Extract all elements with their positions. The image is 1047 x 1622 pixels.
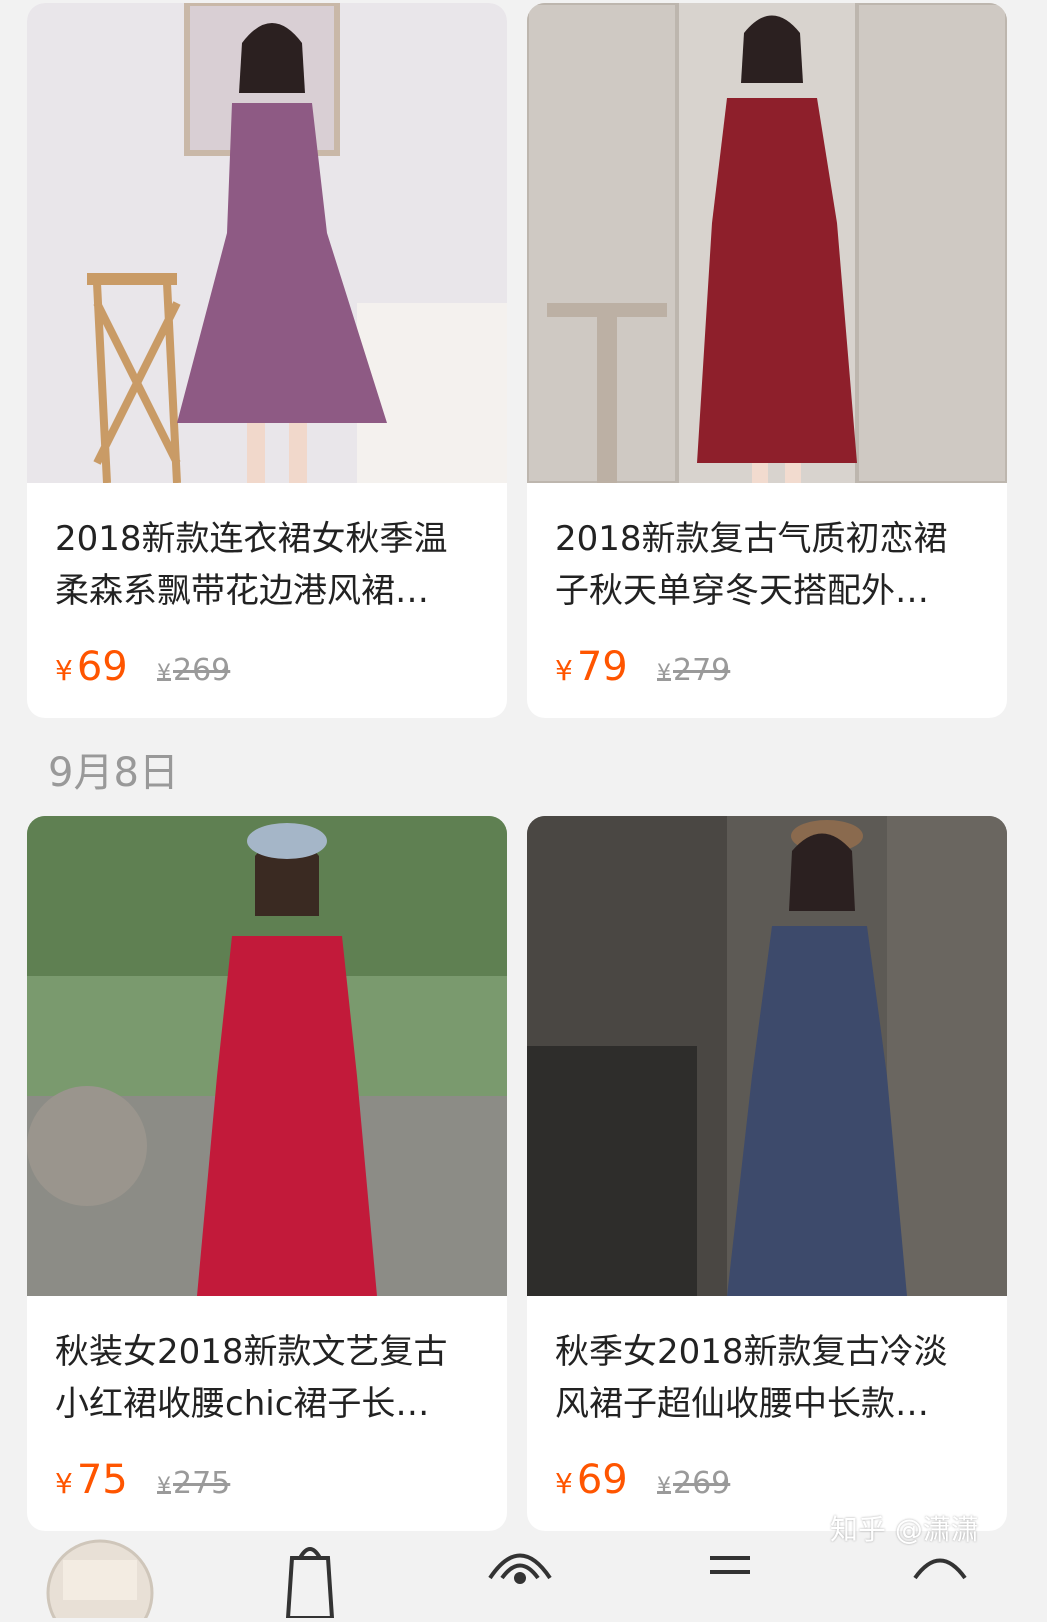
burgundy-dress-photo[interactable] <box>527 3 1007 483</box>
purple-dress-photo[interactable] <box>27 3 507 483</box>
original-price: ¥275 <box>157 1466 231 1501</box>
product-card[interactable]: 秋装女2018新款文艺复古小红裙收腰chic裙子长… ¥75 ¥275 <box>27 816 507 1531</box>
original-price: ¥279 <box>657 653 731 688</box>
date-section-label: 9月8日 <box>48 750 179 796</box>
product-title[interactable]: 2018新款连衣裙女秋季温柔森系飘带花边港风裙… <box>55 513 475 617</box>
product-card[interactable]: 2018新款复古气质初恋裙子秋天单穿冬天搭配外… ¥79 ¥279 <box>527 3 1007 718</box>
plaid-dress-photo[interactable] <box>527 816 1007 1296</box>
bag-icon[interactable] <box>280 1538 340 1622</box>
original-price: ¥269 <box>157 653 231 688</box>
red-dress-photo[interactable] <box>27 816 507 1296</box>
sale-price: ¥79 <box>555 644 628 690</box>
sale-price: ¥69 <box>55 644 128 690</box>
original-price: ¥269 <box>657 1466 731 1501</box>
product-title[interactable]: 秋装女2018新款文艺复古小红裙收腰chic裙子长… <box>55 1326 475 1430</box>
shop-avatar-icon[interactable] <box>45 1538 155 1622</box>
sale-price: ¥69 <box>555 1457 628 1503</box>
chat-icon[interactable] <box>905 1538 975 1622</box>
product-title[interactable]: 2018新款复古气质初恋裙子秋天单穿冬天搭配外… <box>555 513 975 617</box>
product-card[interactable]: 秋季女2018新款复古冷淡风裙子超仙收腰中长款… ¥69 ¥269 <box>527 816 1007 1531</box>
bottom-nav <box>0 1530 1047 1622</box>
product-title[interactable]: 秋季女2018新款复古冷淡风裙子超仙收腰中长款… <box>555 1326 975 1430</box>
live-icon[interactable] <box>480 1538 560 1622</box>
product-card[interactable]: 2018新款连衣裙女秋季温柔森系飘带花边港风裙… ¥69 ¥269 <box>27 3 507 718</box>
list-icon[interactable] <box>700 1538 760 1622</box>
sale-price: ¥75 <box>55 1457 128 1503</box>
